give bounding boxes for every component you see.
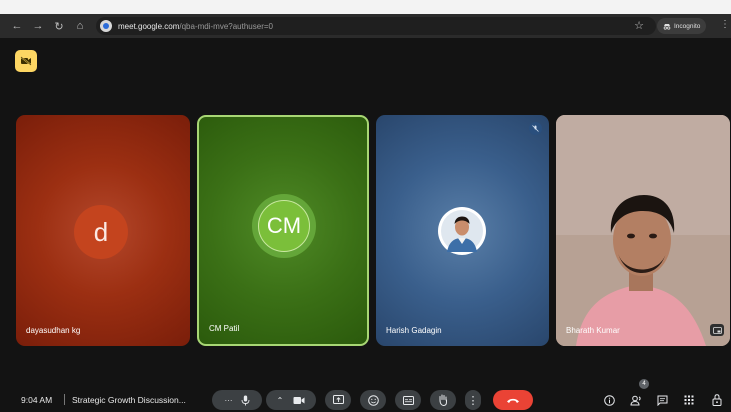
raise-hand-button[interactable] — [430, 390, 456, 410]
participant-tile-cm-patil[interactable]: CM CM Patil — [197, 115, 369, 346]
window-top-strip — [0, 0, 731, 14]
more-options-icon[interactable]: ⋮ — [465, 390, 481, 410]
browser-menu-icon[interactable]: ⋮ — [720, 19, 730, 30]
forward-arrow-icon[interactable]: → — [29, 17, 47, 35]
incognito-label: Incognito — [674, 22, 701, 30]
chat-icon[interactable] — [654, 390, 670, 410]
meet-window: ← → ↻ ⌂ meet.google.com/qba-mdi-mve?auth… — [0, 0, 731, 412]
video-off-icon — [20, 56, 32, 66]
people-icon[interactable] — [627, 390, 645, 410]
captions-icon — [402, 395, 414, 405]
avatar: d — [74, 205, 128, 259]
mic-control-group: ··· — [212, 390, 262, 410]
browser-toolbar: ← → ↻ ⌂ meet.google.com/qba-mdi-mve?auth… — [0, 14, 731, 38]
people-count-badge: 4 — [639, 379, 649, 389]
camera-control-group: ⌃ — [266, 390, 316, 410]
bookmark-star-icon[interactable]: ☆ — [634, 19, 644, 32]
present-icon — [332, 395, 344, 404]
meeting-time: 9:04 AM — [21, 395, 53, 405]
captions-button[interactable] — [395, 390, 421, 410]
mic-off-icon — [529, 122, 542, 135]
participant-name: Bharath Kumar — [566, 326, 620, 335]
participant-name: Harish Gadagin — [386, 326, 442, 335]
avatar: CM — [258, 200, 310, 252]
leave-call-button[interactable] — [493, 390, 533, 410]
back-arrow-icon[interactable]: ← — [8, 17, 26, 35]
reload-icon[interactable]: ↻ — [50, 17, 68, 35]
avatar — [438, 207, 486, 255]
url-text: meet.google.com/qba-mdi-mve?authuser=0 — [118, 21, 273, 31]
meeting-title[interactable]: Strategic Growth Discussion... — [72, 395, 186, 405]
divider — [64, 394, 65, 405]
address-bar[interactable]: meet.google.com/qba-mdi-mve?authuser=0 ☆ — [96, 17, 656, 35]
video-options-chevron-icon[interactable]: ⌃ — [277, 396, 284, 405]
hand-icon — [439, 394, 447, 406]
present-screen-button[interactable] — [325, 390, 351, 410]
speaking-ring: CM — [252, 194, 316, 258]
profile-photo — [441, 210, 483, 252]
participant-tile-bharath[interactable]: Bharath Kumar — [556, 115, 730, 346]
home-icon[interactable]: ⌂ — [71, 17, 89, 35]
audio-options-icon[interactable]: ··· — [225, 396, 233, 405]
meeting-controls-bar: 9:04 AM Strategic Growth Discussion... ·… — [0, 384, 731, 412]
picture-in-picture-icon[interactable] — [710, 324, 724, 336]
participant-tile-dayasudhan[interactable]: d dayasudhan kg — [16, 115, 190, 346]
activities-icon[interactable] — [681, 390, 697, 410]
camera-off-badge[interactable] — [15, 50, 37, 72]
hang-up-icon — [507, 398, 519, 403]
emoji-icon — [367, 394, 379, 406]
camera-video-feed — [556, 115, 730, 346]
participant-tile-harish[interactable]: Harish Gadagin — [376, 115, 549, 346]
mic-icon[interactable] — [241, 395, 250, 406]
reactions-button[interactable] — [360, 390, 386, 410]
host-controls-icon[interactable] — [709, 390, 725, 410]
camera-icon[interactable] — [293, 396, 305, 405]
meeting-details-icon[interactable] — [601, 390, 617, 410]
participant-name: dayasudhan kg — [26, 326, 81, 335]
site-info-icon[interactable] — [100, 20, 112, 32]
participant-name: CM Patil — [209, 324, 240, 333]
incognito-badge[interactable]: Incognito — [657, 18, 707, 34]
incognito-icon — [663, 23, 671, 30]
